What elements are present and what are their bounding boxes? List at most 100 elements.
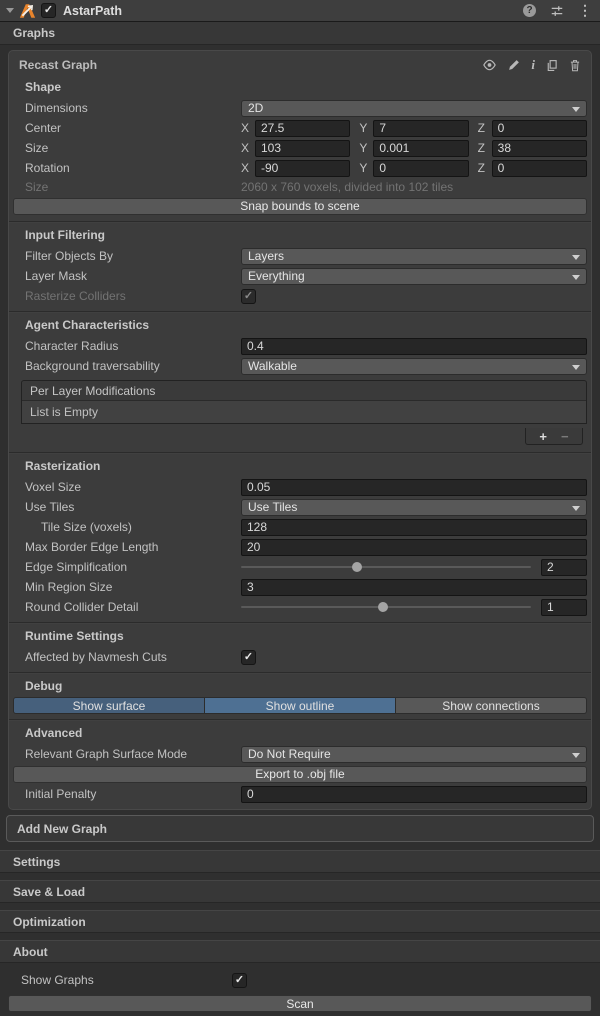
rotation-y-field[interactable]	[373, 160, 468, 177]
axis-x-label: X	[241, 141, 250, 155]
list-footer: + −	[21, 429, 587, 447]
edge-simplification-label: Edge Simplification	[25, 560, 241, 574]
axis-z-label: Z	[478, 161, 487, 175]
duplicate-copy-icon[interactable]	[546, 59, 558, 72]
slider-thumb[interactable]	[352, 562, 362, 572]
filter-objects-by-label: Filter Objects By	[25, 249, 241, 263]
info-icon[interactable]: i	[531, 57, 535, 73]
axis-x-label: X	[241, 161, 250, 175]
tile-size-field[interactable]	[241, 519, 587, 536]
affected-by-navmesh-cuts-row: Affected by Navmesh Cuts	[9, 647, 591, 667]
show-graphs-checkbox[interactable]	[232, 973, 247, 988]
show-graphs-label: Show Graphs	[21, 973, 232, 987]
dimensions-label: Dimensions	[25, 101, 241, 115]
filter-objects-by-row: Filter Objects By Layers	[9, 246, 591, 266]
show-connections-toggle[interactable]: Show connections	[396, 697, 587, 714]
voxel-size-label: Voxel Size	[25, 480, 241, 494]
use-tiles-label: Use Tiles	[25, 500, 241, 514]
size-y-field[interactable]	[373, 140, 468, 157]
background-traversability-row: Background traversability Walkable	[9, 356, 591, 376]
optimization-section-header[interactable]: Optimization	[0, 910, 600, 933]
max-border-edge-length-field[interactable]	[241, 539, 587, 556]
axis-z-label: Z	[478, 121, 487, 135]
list-empty-row: List is Empty	[22, 401, 586, 423]
round-collider-detail-slider[interactable]	[241, 606, 531, 608]
add-new-graph-button[interactable]: Add New Graph	[6, 815, 594, 842]
relevant-graph-surface-mode-dropdown[interactable]: Do Not Require	[241, 746, 587, 763]
advanced-heading: Advanced	[9, 725, 591, 741]
use-tiles-dropdown[interactable]: Use Tiles	[241, 499, 587, 516]
section-divider	[9, 622, 591, 623]
export-obj-button[interactable]: Export to .obj file	[13, 766, 587, 783]
separator	[0, 903, 600, 910]
size-z-field[interactable]	[492, 140, 587, 157]
rotation-x-field[interactable]	[255, 160, 350, 177]
list-remove-button[interactable]: −	[561, 430, 569, 443]
dimensions-row: Dimensions 2D	[9, 98, 591, 118]
edit-pencil-icon[interactable]	[508, 59, 520, 71]
round-collider-detail-label: Round Collider Detail	[25, 600, 241, 614]
rasterize-colliders-label: Rasterize Colliders	[25, 289, 241, 303]
about-section-header[interactable]: About	[0, 940, 600, 963]
character-radius-row: Character Radius	[9, 336, 591, 356]
round-collider-detail-row: Round Collider Detail	[9, 597, 591, 617]
presets-icon[interactable]	[550, 4, 564, 18]
shape-heading: Shape	[9, 79, 591, 95]
voxel-size-field[interactable]	[241, 479, 587, 496]
max-border-edge-length-label: Max Border Edge Length	[25, 540, 241, 554]
axis-z-label: Z	[478, 141, 487, 155]
separator	[0, 933, 600, 940]
snap-bounds-row: Snap bounds to scene	[9, 196, 591, 216]
layer-mask-dropdown[interactable]: Everything	[241, 268, 587, 285]
voxel-info-row: Size 2060 x 760 voxels, divided into 102…	[9, 178, 591, 196]
min-region-size-field[interactable]	[241, 579, 587, 596]
initial-penalty-field[interactable]	[241, 786, 587, 803]
voxel-size-row: Voxel Size	[9, 477, 591, 497]
center-z-field[interactable]	[492, 120, 587, 137]
affected-by-navmesh-cuts-checkbox[interactable]	[241, 650, 256, 665]
snap-bounds-button[interactable]: Snap bounds to scene	[13, 198, 587, 215]
component-enabled-checkbox[interactable]	[41, 3, 56, 18]
dimensions-dropdown[interactable]: 2D	[241, 100, 587, 117]
rotation-label: Rotation	[25, 161, 241, 175]
edge-simplification-slider[interactable]	[241, 566, 531, 568]
export-obj-row: Export to .obj file	[9, 764, 591, 784]
background-traversability-dropdown[interactable]: Walkable	[241, 358, 587, 375]
scan-button[interactable]: Scan	[8, 995, 592, 1012]
kebab-menu-icon[interactable]: ⋮	[578, 4, 592, 17]
center-label: Center	[25, 121, 241, 135]
settings-section-header[interactable]: Settings	[0, 850, 600, 873]
help-icon[interactable]: ?	[523, 4, 536, 17]
rotation-row: Rotation X Y Z	[9, 158, 591, 178]
initial-penalty-label: Initial Penalty	[25, 787, 241, 801]
axis-y-label: Y	[359, 121, 368, 135]
rotation-z-field[interactable]	[492, 160, 587, 177]
show-outline-toggle[interactable]: Show outline	[205, 697, 396, 714]
show-surface-toggle[interactable]: Show surface	[13, 697, 205, 714]
round-collider-detail-value-field[interactable]	[541, 599, 587, 616]
input-filtering-heading: Input Filtering	[9, 227, 591, 243]
section-divider	[9, 452, 591, 453]
graphs-section-label: Graphs	[13, 26, 55, 40]
save-load-section-header[interactable]: Save & Load	[0, 880, 600, 903]
size-x-field[interactable]	[255, 140, 350, 157]
debug-heading: Debug	[9, 678, 591, 694]
tile-size-label: Tile Size (voxels)	[25, 520, 241, 534]
tile-size-row: Tile Size (voxels)	[9, 517, 591, 537]
slider-thumb[interactable]	[378, 602, 388, 612]
visibility-eye-icon[interactable]	[482, 59, 497, 71]
debug-toggle-group: Show surface Show outline Show connectio…	[13, 697, 587, 714]
character-radius-field[interactable]	[241, 338, 587, 355]
edge-simplification-value-field[interactable]	[541, 559, 587, 576]
recast-graph-title: Recast Graph	[19, 58, 97, 72]
center-y-field[interactable]	[373, 120, 468, 137]
filter-objects-by-dropdown[interactable]: Layers	[241, 248, 587, 265]
affected-by-navmesh-cuts-label: Affected by Navmesh Cuts	[25, 650, 241, 664]
foldout-arrow-icon[interactable]	[6, 8, 14, 13]
center-x-field[interactable]	[255, 120, 350, 137]
list-add-button[interactable]: +	[539, 430, 547, 443]
recast-graph-header[interactable]: Recast Graph i	[9, 56, 591, 74]
voxel-info-value: 2060 x 760 voxels, divided into 102 tile…	[241, 180, 453, 194]
agent-characteristics-heading: Agent Characteristics	[9, 317, 591, 333]
delete-trash-icon[interactable]	[569, 59, 581, 72]
